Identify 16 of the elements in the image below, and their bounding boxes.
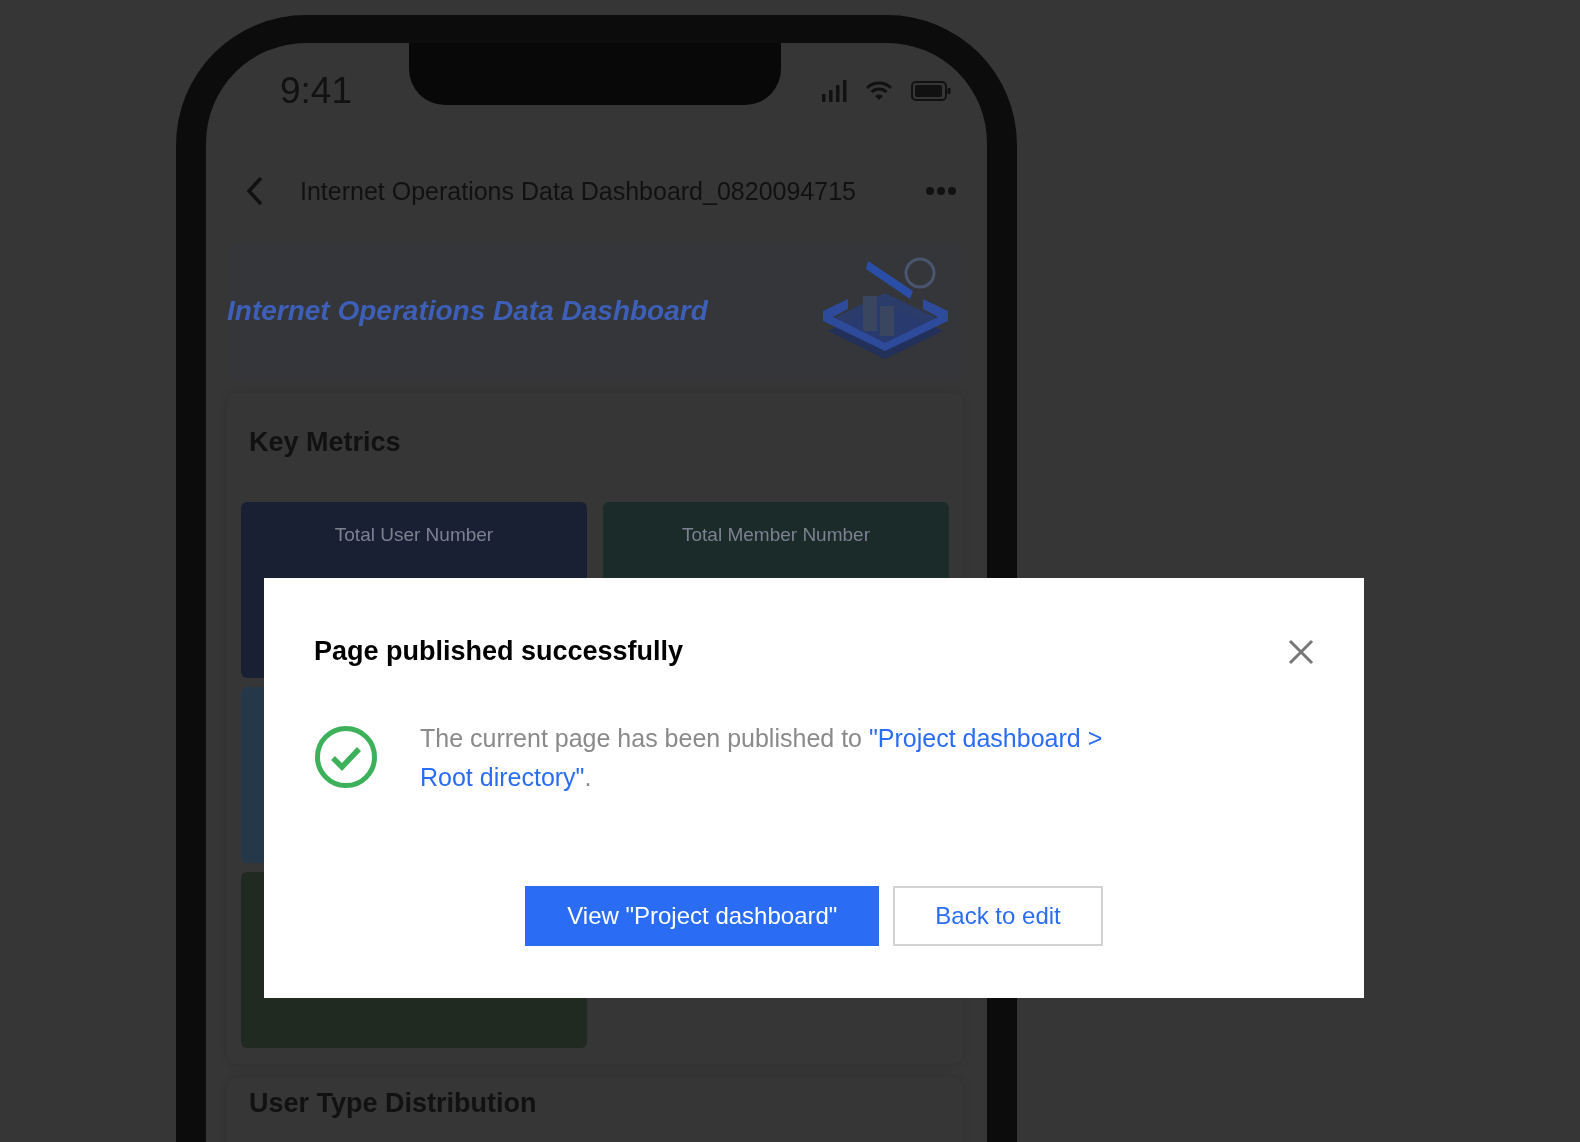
success-check-icon (314, 725, 378, 789)
location-link[interactable]: "Project dashboard > (868, 724, 1103, 752)
close-icon[interactable] (1288, 638, 1314, 665)
signal-icon (821, 80, 847, 102)
view-dashboard-button[interactable]: View "Project dashboard" (525, 886, 880, 946)
wifi-icon (865, 81, 893, 101)
metric-label: Total Member Number (682, 524, 870, 546)
battery-icon (911, 81, 951, 101)
back-icon[interactable] (246, 176, 264, 206)
publish-message: The current page has been published to "Project dashboard > Root directory". (420, 723, 1103, 793)
location-link[interactable]: Root directory" (420, 763, 585, 791)
more-icon[interactable] (925, 186, 957, 196)
metric-label: Total User Number (334, 524, 494, 546)
back-to-edit-button[interactable]: Back to edit (893, 886, 1103, 946)
banner-title: Internet Operations Data Dashboard (227, 295, 708, 327)
dialog-title: Page published successfully (314, 636, 684, 667)
